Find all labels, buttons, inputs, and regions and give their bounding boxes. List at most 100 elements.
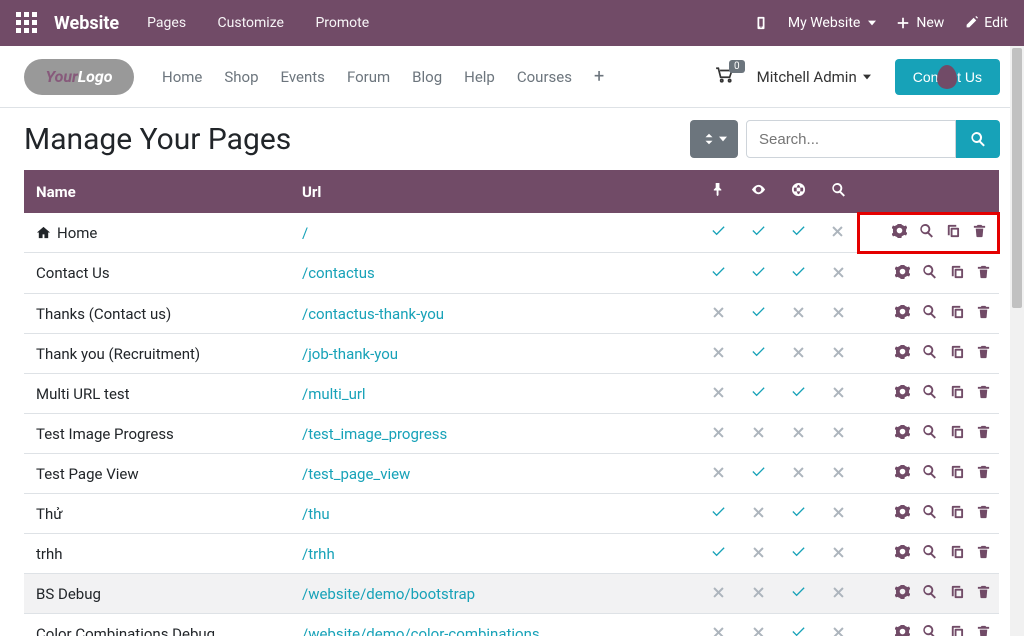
scrollbar-thumb[interactable] (1012, 48, 1022, 308)
copy-icon (949, 544, 964, 559)
apps-icon[interactable] (16, 12, 38, 34)
page-url-link[interactable]: / (302, 224, 308, 242)
page-url-link[interactable]: /multi_url (302, 385, 366, 403)
search-icon (922, 424, 937, 439)
manage-button[interactable] (895, 584, 910, 599)
nav-events[interactable]: Events (281, 68, 325, 86)
manage-button[interactable] (895, 624, 910, 636)
delete-button[interactable] (972, 223, 987, 238)
delete-button[interactable] (976, 584, 991, 599)
optimize-button[interactable] (922, 424, 937, 439)
delete-button[interactable] (976, 304, 991, 319)
clone-button[interactable] (949, 584, 964, 599)
clone-button[interactable] (949, 264, 964, 279)
optimize-button[interactable] (922, 544, 937, 559)
page-url-link[interactable]: /thu (302, 505, 330, 523)
manage-button[interactable] (895, 304, 910, 319)
nav-help[interactable]: Help (464, 68, 495, 86)
cell-seo (819, 294, 859, 334)
table-row: Thank you (Recruitment) /job-thank-you (24, 334, 999, 374)
nav-add-icon[interactable]: + (594, 66, 604, 87)
mobile-preview-button[interactable] (754, 16, 768, 30)
menu-promote[interactable]: Promote (315, 15, 369, 31)
edit-button[interactable]: Edit (964, 15, 1008, 31)
cell-published (739, 454, 779, 494)
nav-forum[interactable]: Forum (347, 68, 390, 86)
delete-button[interactable] (976, 544, 991, 559)
user-menu[interactable]: Mitchell Admin (757, 68, 871, 86)
page-url-link[interactable]: /trhh (302, 545, 335, 563)
manage-button[interactable] (895, 384, 910, 399)
brand[interactable]: Website (54, 13, 119, 34)
optimize-button[interactable] (922, 344, 937, 359)
page-url-link[interactable]: /test_page_view (302, 465, 410, 483)
page-title: Manage Your Pages (24, 122, 291, 157)
clone-button[interactable] (949, 544, 964, 559)
manage-button[interactable] (895, 424, 910, 439)
page-url-link[interactable]: /job-thank-you (302, 345, 398, 363)
nav-courses[interactable]: Courses (517, 68, 572, 86)
cell-seo (819, 534, 859, 574)
manage-button[interactable] (892, 223, 907, 238)
clone-button[interactable] (949, 624, 964, 636)
col-url[interactable]: Url (294, 170, 699, 213)
delete-button[interactable] (976, 384, 991, 399)
page-url-link[interactable]: /website/demo/color-combinations (302, 625, 540, 636)
clone-button[interactable] (949, 304, 964, 319)
clone-button[interactable] (949, 424, 964, 439)
manage-button[interactable] (895, 544, 910, 559)
page-url-link[interactable]: /website/demo/bootstrap (302, 585, 475, 603)
optimize-button[interactable] (919, 223, 934, 238)
optimize-button[interactable] (922, 384, 937, 399)
delete-button[interactable] (976, 424, 991, 439)
delete-button[interactable] (976, 504, 991, 519)
optimize-button[interactable] (922, 464, 937, 479)
manage-button[interactable] (895, 264, 910, 279)
optimize-button[interactable] (922, 584, 937, 599)
delete-button[interactable] (976, 464, 991, 479)
optimize-button[interactable] (922, 624, 937, 636)
menu-customize[interactable]: Customize (218, 15, 284, 31)
contact-us-button[interactable]: Contact Us (895, 59, 1000, 95)
cart-button[interactable]: 0 (715, 66, 733, 88)
col-pin[interactable] (699, 170, 739, 213)
nav-home[interactable]: Home (162, 68, 202, 86)
delete-button[interactable] (976, 264, 991, 279)
scrollbar-track[interactable] (1010, 46, 1024, 636)
page-url-link[interactable]: /test_image_progress (302, 425, 447, 443)
row-actions (859, 614, 999, 636)
manage-button[interactable] (895, 504, 910, 519)
clone-button[interactable] (949, 464, 964, 479)
menu-pages[interactable]: Pages (147, 15, 186, 31)
clone-button[interactable] (945, 223, 960, 238)
nav-shop[interactable]: Shop (224, 68, 258, 86)
manage-button[interactable] (895, 464, 910, 479)
nav-blog[interactable]: Blog (412, 68, 442, 86)
col-seo[interactable] (819, 170, 859, 213)
logo[interactable]: YourLogo (24, 59, 134, 95)
optimize-button[interactable] (922, 264, 937, 279)
sort-button[interactable] (690, 120, 738, 158)
manage-button[interactable] (895, 344, 910, 359)
clone-button[interactable] (949, 504, 964, 519)
website-selector[interactable]: My Website (788, 15, 876, 31)
page-url-link[interactable]: /contactus-thank-you (302, 305, 444, 323)
search-icon (922, 304, 937, 319)
page-name: Color Combinations Debug (36, 625, 286, 636)
page-url-link[interactable]: /contactus (302, 264, 375, 282)
search-button[interactable] (956, 120, 1000, 158)
col-published[interactable] (739, 170, 779, 213)
copy-icon (949, 464, 964, 479)
col-name[interactable]: Name (24, 170, 294, 213)
clone-button[interactable] (949, 384, 964, 399)
optimize-button[interactable] (922, 304, 937, 319)
cell-published (739, 374, 779, 414)
delete-button[interactable] (976, 624, 991, 636)
delete-button[interactable] (976, 344, 991, 359)
search-input[interactable] (746, 120, 956, 158)
clone-button[interactable] (949, 344, 964, 359)
new-button[interactable]: New (896, 15, 944, 31)
page-name: Test Image Progress (36, 425, 286, 443)
optimize-button[interactable] (922, 504, 937, 519)
col-indexed[interactable] (779, 170, 819, 213)
